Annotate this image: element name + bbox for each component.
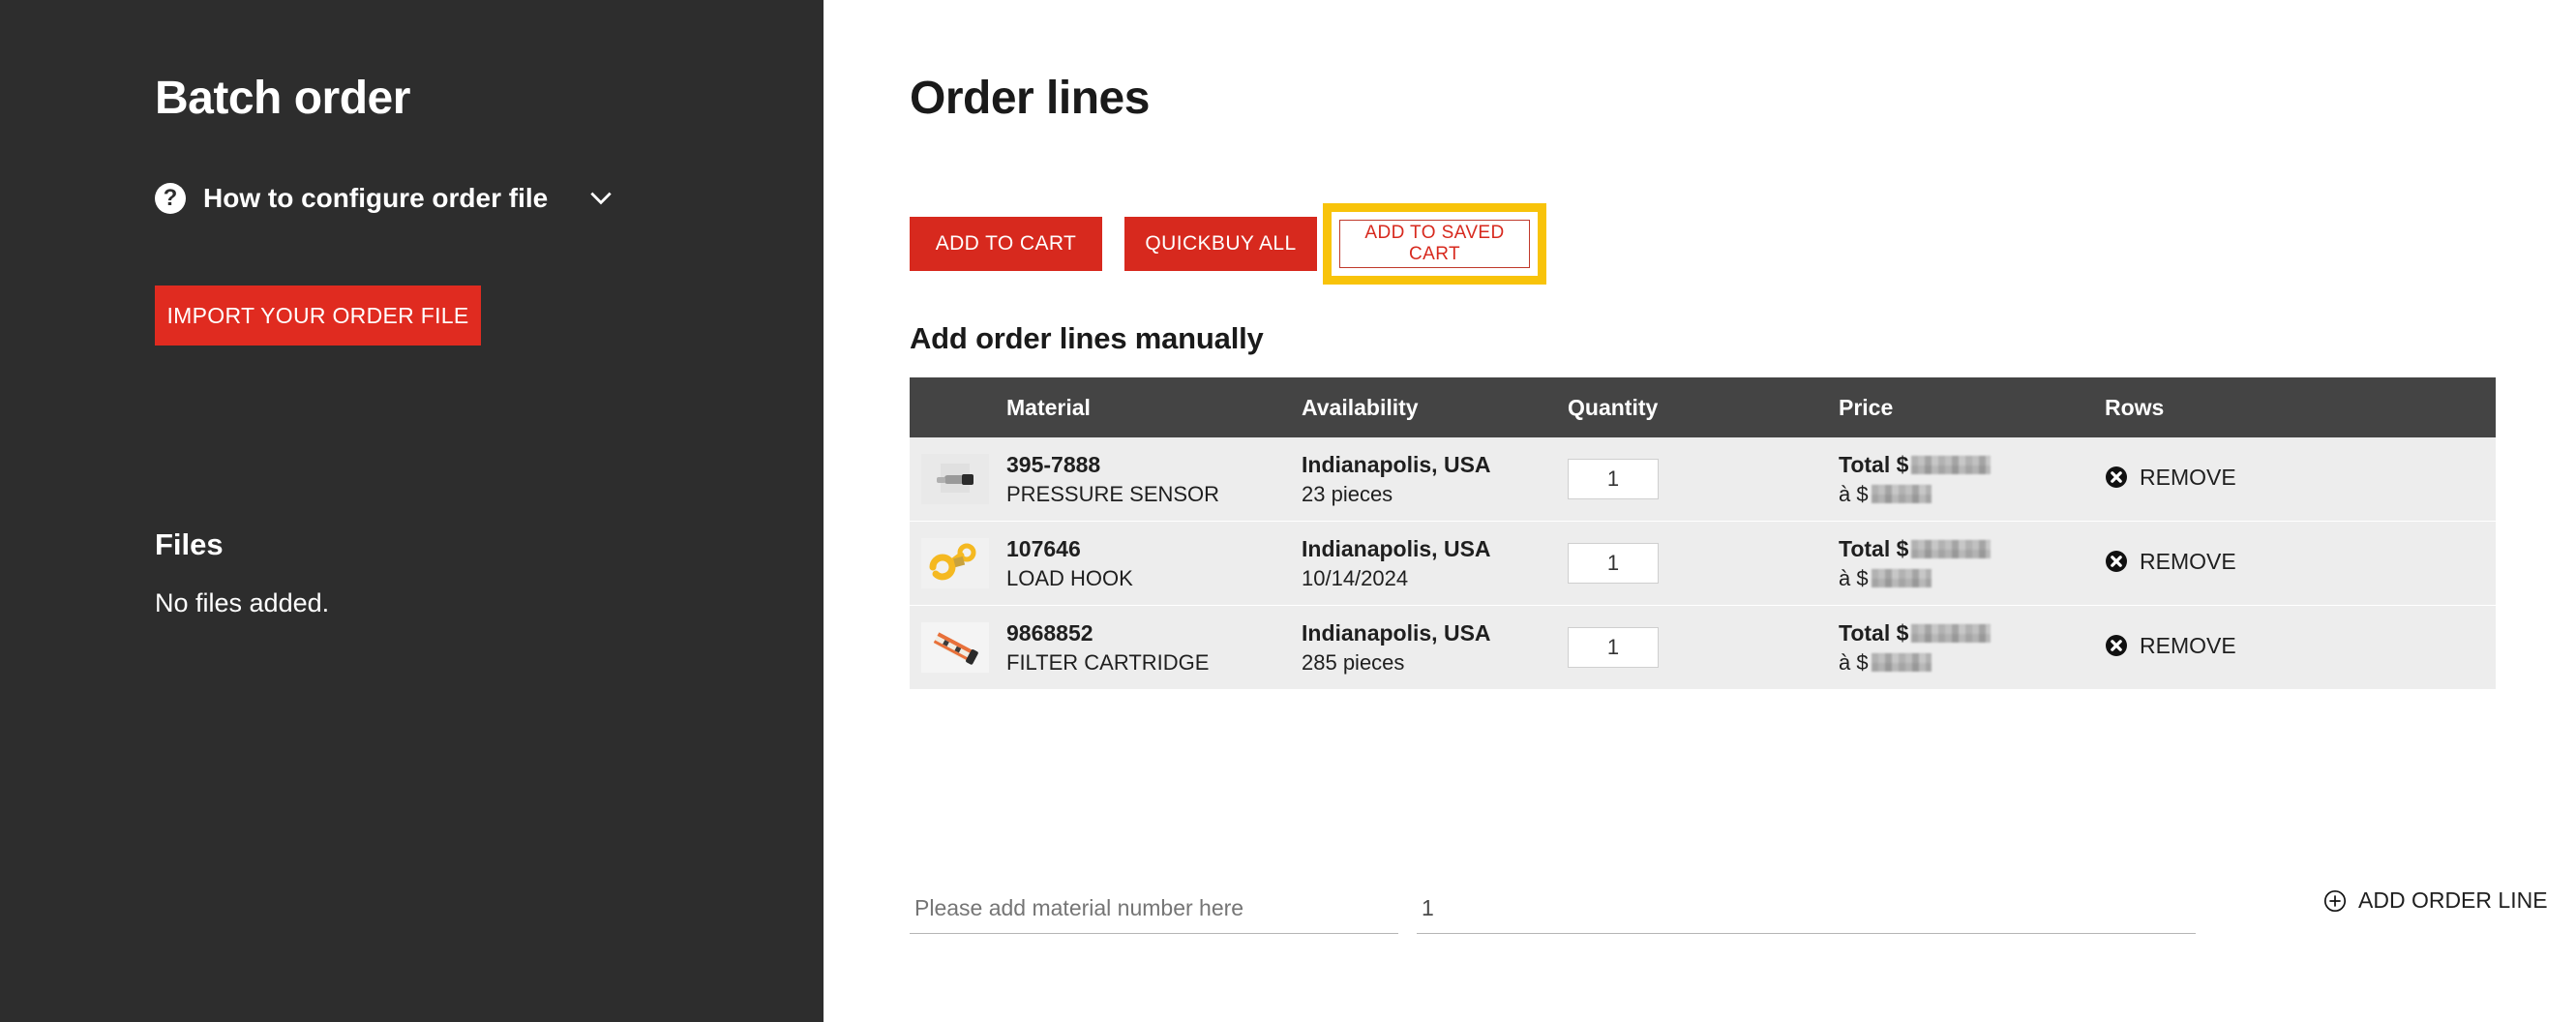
files-empty-message: No files added. xyxy=(155,588,330,617)
availability-detail: 23 pieces xyxy=(1302,481,1393,506)
order-lines-table: Material Availability Quantity Price Row… xyxy=(910,377,2496,690)
remove-label: REMOVE xyxy=(2140,548,2236,574)
row-material-cell: 9868852 FILTER CARTRIDGE xyxy=(1006,621,1302,673)
remove-order-line-button[interactable]: REMOVE xyxy=(2105,465,2236,491)
close-circle-icon xyxy=(2106,466,2127,489)
row-actions-cell: REMOVE xyxy=(2105,633,2496,663)
row-availability-cell: Indianapolis, USA 10/14/2024 xyxy=(1302,537,1568,588)
close-circle-icon xyxy=(2106,551,2127,573)
header-availability: Availability xyxy=(1302,394,1419,420)
header-price: Price xyxy=(1839,394,1894,420)
row-price-cell: Total $ à $ xyxy=(1839,453,2105,506)
filter-cartridge-thumbnail xyxy=(921,622,989,673)
help-label: How to configure order file xyxy=(203,183,549,213)
quantity-input[interactable] xyxy=(1568,543,1659,584)
row-material-cell: 395-7888 PRESSURE SENSOR xyxy=(1006,453,1302,504)
row-quantity-cell xyxy=(1568,543,1839,584)
load-hook-thumbnail xyxy=(921,538,989,588)
row-thumbnail-cell xyxy=(910,454,1006,504)
add-order-line-button[interactable]: ADD ORDER LINE xyxy=(2323,887,2548,914)
price-unit-redacted xyxy=(1871,652,1932,672)
price-unit: à $ xyxy=(1839,649,2105,675)
row-availability-cell: Indianapolis, USA 285 pieces xyxy=(1302,621,1568,673)
table-header-row: Material Availability Quantity Price Row… xyxy=(910,377,2496,437)
row-price-cell: Total $ à $ xyxy=(1839,621,2105,675)
action-button-group: ADD TO CART QUICKBUY ALL ADD TO SAVED CA… xyxy=(910,203,2555,310)
price-unit-label: à $ xyxy=(1839,565,1869,590)
files-heading: Files xyxy=(155,527,224,561)
price-unit-label: à $ xyxy=(1839,481,1869,506)
row-price-cell: Total $ à $ xyxy=(1839,537,2105,590)
sidebar-title: Batch order xyxy=(155,73,410,124)
add-to-cart-button[interactable]: ADD TO CART xyxy=(910,217,1102,271)
price-total: Total $ xyxy=(1839,453,2105,476)
remove-order-line-button[interactable]: REMOVE xyxy=(2105,633,2236,659)
remove-label: REMOVE xyxy=(2140,464,2236,490)
table-row: 395-7888 PRESSURE SENSOR Indianapolis, U… xyxy=(910,437,2496,521)
how-to-configure-order-file-toggle[interactable]: ? How to configure order file xyxy=(155,179,614,218)
material-number: 107646 xyxy=(1006,536,1081,562)
price-total: Total $ xyxy=(1839,621,2105,645)
row-quantity-cell xyxy=(1568,627,1839,668)
row-thumbnail-cell xyxy=(910,538,1006,588)
material-number: 395-7888 xyxy=(1006,452,1101,478)
availability-location: Indianapolis, USA xyxy=(1302,536,1491,562)
pressure-sensor-thumbnail xyxy=(921,454,989,504)
add-to-saved-cart-highlight: ADD TO SAVED CART xyxy=(1323,203,1546,285)
question-mark-circle-icon: ? xyxy=(155,183,186,214)
close-circle-icon xyxy=(2106,635,2127,657)
row-actions-cell: REMOVE xyxy=(2105,465,2496,495)
availability-detail: 285 pieces xyxy=(1302,649,1405,675)
material-number: 9868852 xyxy=(1006,620,1093,646)
header-rows: Rows xyxy=(2105,394,2165,420)
availability-detail: 10/14/2024 xyxy=(1302,565,1409,590)
availability-location: Indianapolis, USA xyxy=(1302,452,1491,478)
main-content: Order lines ADD TO CART QUICKBUY ALL ADD… xyxy=(824,0,2576,1022)
price-total-redacted xyxy=(1911,540,1992,559)
availability-location: Indianapolis, USA xyxy=(1302,620,1491,646)
row-availability-cell: Indianapolis, USA 23 pieces xyxy=(1302,453,1568,504)
add-order-lines-manually-heading: Add order lines manually xyxy=(910,321,1264,355)
price-unit: à $ xyxy=(1839,565,2105,590)
row-quantity-cell xyxy=(1568,459,1839,499)
price-unit-redacted xyxy=(1871,568,1932,587)
row-actions-cell: REMOVE xyxy=(2105,549,2496,579)
new-line-quantity-input[interactable] xyxy=(1417,895,2196,934)
material-number-input[interactable] xyxy=(910,895,1398,934)
material-name: LOAD HOOK xyxy=(1006,565,1133,590)
price-unit-redacted xyxy=(1871,484,1932,503)
price-total-redacted xyxy=(1911,456,1992,475)
price-total: Total $ xyxy=(1839,537,2105,560)
remove-order-line-button[interactable]: REMOVE xyxy=(2105,549,2236,575)
header-quantity: Quantity xyxy=(1568,394,1659,420)
sidebar: Batch order ? How to configure order fil… xyxy=(0,0,824,1022)
add-order-line-label: ADD ORDER LINE xyxy=(2358,887,2548,913)
import-your-order-file-button[interactable]: IMPORT YOUR ORDER FILE xyxy=(155,286,481,346)
quickbuy-all-button[interactable]: QUICKBUY ALL xyxy=(1124,217,1317,271)
remove-label: REMOVE xyxy=(2140,632,2236,658)
row-material-cell: 107646 LOAD HOOK xyxy=(1006,537,1302,588)
price-total-redacted xyxy=(1911,624,1992,644)
row-thumbnail-cell xyxy=(910,622,1006,673)
add-to-saved-cart-button[interactable]: ADD TO SAVED CART xyxy=(1339,220,1530,268)
price-unit-label: à $ xyxy=(1839,649,1869,675)
plus-circle-icon xyxy=(2323,889,2347,912)
add-order-line-row: ADD ORDER LINE xyxy=(910,887,2548,934)
quantity-input[interactable] xyxy=(1568,459,1659,499)
price-unit: à $ xyxy=(1839,481,2105,506)
price-total-label: Total $ xyxy=(1839,452,1909,478)
material-name: PRESSURE SENSOR xyxy=(1006,481,1220,506)
material-name: FILTER CARTRIDGE xyxy=(1006,649,1210,675)
chevron-down-icon xyxy=(590,192,612,205)
table-row: 9868852 FILTER CARTRIDGE Indianapolis, U… xyxy=(910,606,2496,689)
page-title: Order lines xyxy=(910,73,1150,124)
table-row: 107646 LOAD HOOK Indianapolis, USA 10/14… xyxy=(910,522,2496,605)
quantity-input[interactable] xyxy=(1568,627,1659,668)
price-total-label: Total $ xyxy=(1839,620,1909,646)
price-total-label: Total $ xyxy=(1839,536,1909,562)
header-material: Material xyxy=(1006,394,1091,420)
